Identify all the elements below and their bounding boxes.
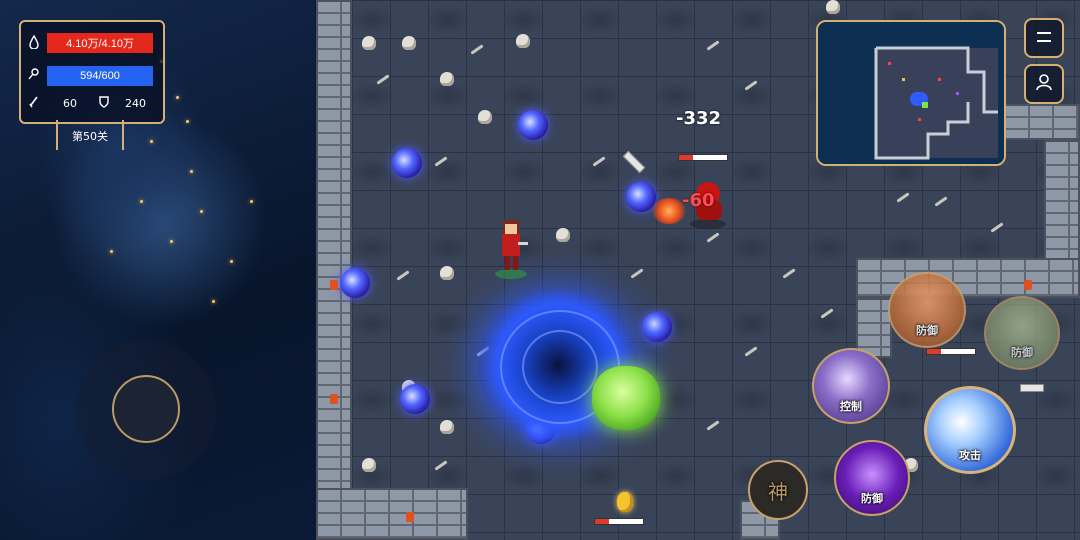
- skull: [556, 228, 570, 242]
- menu-button[interactable]: [1024, 18, 1064, 58]
- skill-label: 攻击: [959, 449, 981, 462]
- skull: [362, 36, 376, 50]
- skill-defense-bottom[interactable]: 防御: [834, 440, 910, 516]
- level-label: 第50关: [56, 120, 124, 150]
- mp-text: 594/600: [80, 70, 120, 82]
- skill-god[interactable]: 神: [748, 460, 808, 520]
- torch-icon: [1024, 280, 1032, 290]
- skull: [478, 110, 492, 124]
- damage-number: -60: [682, 190, 715, 211]
- purple-orb: [392, 148, 422, 178]
- joystick-handle[interactable]: [112, 375, 180, 443]
- menu-icon: [1035, 28, 1053, 49]
- attack-value: 60: [63, 97, 77, 110]
- skill-attack[interactable]: 攻击: [924, 386, 1016, 474]
- purple-orb: [642, 312, 672, 342]
- skill-label: 控制: [840, 400, 862, 413]
- god-label: 神: [768, 479, 788, 504]
- gold-coin: [617, 492, 633, 512]
- sword-icon: [29, 96, 39, 111]
- green-slime-enemy: [592, 366, 660, 430]
- profile-icon: [1035, 73, 1053, 96]
- purple-orb: [400, 384, 430, 414]
- skill-defense-top[interactable]: 防御: [888, 272, 966, 348]
- mp-bar: 594/600: [47, 66, 153, 86]
- purple-orb: [340, 268, 370, 298]
- right-mid-wall: [856, 258, 1080, 298]
- skull: [516, 34, 530, 48]
- skull: [440, 266, 454, 280]
- hp-bar: 4.10万/4.10万: [47, 33, 153, 53]
- minimap[interactable]: [816, 20, 1006, 166]
- purple-orb: [518, 110, 548, 140]
- skill-label: 防御: [861, 492, 883, 505]
- skill-label: 防御: [916, 324, 938, 337]
- skull: [402, 36, 416, 50]
- sword-item: [1020, 384, 1044, 392]
- skill-label: 防御: [1011, 346, 1033, 359]
- profile-button[interactable]: [1024, 64, 1064, 104]
- torch-icon: [406, 512, 414, 522]
- damage-number: -332: [676, 108, 722, 129]
- player-stats-panel: 4.10万/4.10万 594/600 60 240: [19, 20, 165, 124]
- drop-icon: [29, 34, 39, 52]
- skull: [440, 420, 454, 434]
- bottom-wall: [316, 488, 468, 540]
- enemy-health-bar: [594, 518, 644, 525]
- torch-icon: [330, 280, 338, 290]
- top-right-wall: [1004, 104, 1080, 140]
- right-upper-wall: [1044, 140, 1080, 260]
- enemy-health-bar: [678, 154, 728, 161]
- skill-defense-faded[interactable]: 防御: [984, 296, 1060, 370]
- key-icon: [28, 68, 40, 83]
- skull: [362, 458, 376, 472]
- torch-icon: [330, 394, 338, 404]
- enemy-health-bar: [926, 348, 976, 355]
- hit-spark: [652, 198, 686, 224]
- skull: [826, 0, 840, 14]
- skill-control[interactable]: 控制: [812, 348, 890, 424]
- shield-icon: [99, 96, 109, 111]
- skull: [440, 72, 454, 86]
- player-character: [494, 216, 528, 280]
- defense-value: 240: [125, 97, 146, 110]
- hp-text: 4.10万/4.10万: [66, 38, 134, 50]
